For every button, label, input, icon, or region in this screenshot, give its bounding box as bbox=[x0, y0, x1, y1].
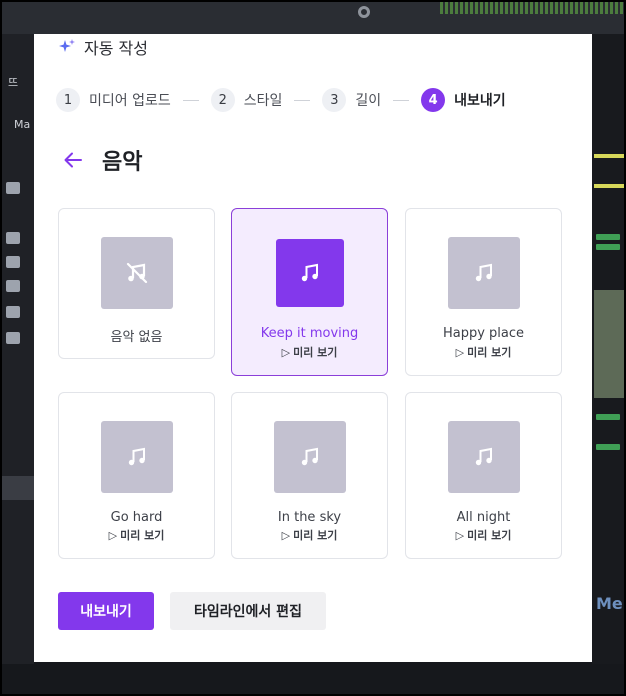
music-note-icon bbox=[475, 447, 492, 466]
music-title: Happy place bbox=[442, 326, 525, 341]
timeline-marker bbox=[594, 154, 624, 158]
step-label: 내보내기 bbox=[454, 93, 506, 109]
play-icon: ▷ bbox=[108, 529, 118, 542]
preview-label: 미리 보기 bbox=[293, 529, 338, 542]
step-divider bbox=[182, 99, 199, 101]
audio-waveform bbox=[440, 2, 626, 14]
media-thumb bbox=[6, 256, 20, 268]
preview-link[interactable]: ▷ 미리 보기 bbox=[232, 344, 387, 360]
arrow-left-icon[interactable] bbox=[62, 149, 84, 171]
editor-left-panel: 뜨 Ma bbox=[0, 34, 34, 664]
left-panel-selection bbox=[0, 476, 34, 500]
preview-link[interactable]: ▷ 미리 보기 bbox=[232, 527, 387, 543]
media-thumb bbox=[6, 306, 20, 318]
section-header: 음악 bbox=[62, 146, 143, 175]
play-icon: ▷ bbox=[281, 529, 291, 542]
timeline-thumbnail bbox=[594, 290, 624, 398]
music-note-icon bbox=[301, 447, 318, 466]
media-thumb bbox=[6, 280, 20, 292]
preview-label: 미리 보기 bbox=[467, 346, 512, 359]
step-media-upload[interactable]: 1 미디어 업로드 bbox=[56, 88, 171, 112]
left-panel-label: Ma bbox=[14, 118, 31, 131]
music-option-none[interactable]: 음악 없음 bbox=[58, 208, 215, 359]
edit-in-timeline-button[interactable]: 타임라인에서 편집 bbox=[170, 592, 326, 630]
timeline-clip bbox=[596, 234, 620, 240]
preview-label: 미리 보기 bbox=[467, 529, 512, 542]
music-title: 음악 없음 bbox=[110, 330, 163, 345]
step-export[interactable]: 4 내보내기 bbox=[421, 88, 506, 112]
music-off-icon bbox=[126, 262, 148, 284]
step-label: 길이 bbox=[355, 93, 382, 109]
timeline-badge: Me bbox=[596, 594, 623, 613]
media-thumb bbox=[6, 332, 20, 344]
section-title: 음악 bbox=[102, 150, 143, 175]
timeline-clip bbox=[596, 244, 620, 250]
editor-bottom-bar bbox=[0, 664, 626, 696]
music-tile bbox=[276, 239, 344, 307]
timeline-clip bbox=[596, 414, 620, 420]
music-note-icon bbox=[301, 263, 318, 282]
music-option-go-hard[interactable]: Go hard ▷ 미리 보기 bbox=[58, 392, 215, 559]
preview-link[interactable]: ▷ 미리 보기 bbox=[406, 527, 561, 543]
dialog-title: 자동 작성 bbox=[84, 39, 148, 58]
media-thumb bbox=[6, 182, 20, 194]
music-option-keep-it-moving[interactable]: Keep it moving ▷ 미리 보기 bbox=[231, 208, 388, 376]
preview-link[interactable]: ▷ 미리 보기 bbox=[406, 344, 561, 360]
music-option-all-night[interactable]: All night ▷ 미리 보기 bbox=[405, 392, 562, 559]
music-title: All night bbox=[456, 510, 511, 525]
step-number: 3 bbox=[322, 88, 347, 112]
editor-timeline-strip: Me bbox=[592, 34, 626, 664]
preview-link[interactable]: ▷ 미리 보기 bbox=[59, 527, 214, 543]
dialog-footer: 내보내기 타임라인에서 편집 bbox=[58, 592, 326, 630]
music-title: Go hard bbox=[110, 510, 163, 525]
left-panel-label: 뜨 bbox=[8, 76, 19, 89]
play-icon: ▷ bbox=[455, 346, 465, 359]
timeline-marker bbox=[594, 184, 624, 188]
step-label: 미디어 업로드 bbox=[89, 93, 171, 109]
step-style[interactable]: 2 스타일 bbox=[210, 88, 283, 112]
stepper: 1 미디어 업로드 2 스타일 3 길이 4 내보내기 bbox=[56, 88, 506, 112]
dialog-header: 자동 작성 bbox=[58, 36, 148, 58]
play-icon: ▷ bbox=[281, 346, 291, 359]
music-note-icon bbox=[475, 263, 492, 282]
timeline-clip bbox=[596, 444, 620, 450]
auto-compose-dialog: 자동 작성 1 미디어 업로드 2 스타일 3 길이 4 내보내기 음악 음악 … bbox=[34, 34, 592, 662]
music-tile bbox=[448, 421, 520, 493]
step-number: 1 bbox=[56, 88, 80, 112]
step-divider bbox=[294, 99, 311, 101]
sparkle-icon bbox=[59, 39, 75, 52]
music-option-happy-place[interactable]: Happy place ▷ 미리 보기 bbox=[405, 208, 562, 376]
step-number: 2 bbox=[210, 88, 235, 112]
export-button[interactable]: 내보내기 bbox=[58, 592, 154, 630]
music-tile bbox=[101, 237, 173, 309]
music-tile bbox=[101, 421, 173, 493]
record-icon bbox=[358, 6, 370, 18]
step-number: 4 bbox=[421, 88, 446, 112]
step-length[interactable]: 3 길이 bbox=[322, 88, 381, 112]
music-option-in-the-sky[interactable]: In the sky ▷ 미리 보기 bbox=[231, 392, 388, 559]
editor-topbar bbox=[0, 0, 626, 34]
music-note-icon bbox=[128, 447, 145, 466]
music-tile bbox=[274, 421, 346, 493]
preview-label: 미리 보기 bbox=[293, 346, 338, 359]
step-label: 스타일 bbox=[243, 93, 283, 109]
media-thumb bbox=[6, 232, 20, 244]
step-divider bbox=[393, 99, 410, 101]
music-tile bbox=[448, 237, 520, 309]
music-title: Keep it moving bbox=[260, 326, 359, 341]
play-icon: ▷ bbox=[455, 529, 465, 542]
preview-label: 미리 보기 bbox=[120, 529, 165, 542]
music-title: In the sky bbox=[277, 510, 342, 525]
